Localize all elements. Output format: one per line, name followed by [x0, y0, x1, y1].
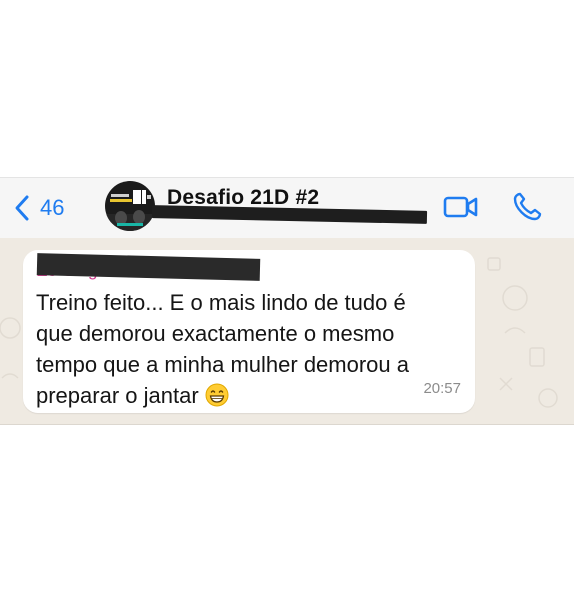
- message-time: 20:57: [423, 380, 461, 397]
- message-bubble[interactable]: Zé Gulga Treino feito... E o mais lindo …: [23, 250, 475, 413]
- voice-call-button[interactable]: [511, 191, 543, 223]
- video-call-button[interactable]: [443, 194, 479, 220]
- unread-count: 46: [40, 195, 65, 220]
- chat-header: 46 Desafio 21D #2: [0, 177, 574, 239]
- phone-icon: [513, 192, 542, 221]
- chat-area[interactable]: Zé Gulga Treino feito... E o mais lindo …: [0, 238, 574, 425]
- group-avatar[interactable]: [105, 181, 155, 231]
- video-camera-icon: [443, 196, 478, 218]
- message-line: que demorou exactamente o mesmo: [36, 321, 395, 346]
- message-line-last: preparar o jantar: [36, 380, 466, 415]
- message-line: preparar o jantar: [36, 383, 199, 408]
- message-line: tempo que a minha mulher demorou a: [36, 352, 409, 377]
- chevron-left-icon: [15, 195, 29, 221]
- redaction-bar: [151, 205, 428, 224]
- message-line: Treino feito... E o mais lindo de tudo é: [36, 290, 406, 315]
- grinning-face-emoji-icon: [205, 383, 229, 415]
- back-button[interactable]: 46: [14, 192, 64, 224]
- message-text: Treino feito... E o mais lindo de tudo é…: [36, 287, 466, 415]
- screenshot: 46 Desafio 21D #2 Treino feito... E o ma…: [0, 0, 574, 600]
